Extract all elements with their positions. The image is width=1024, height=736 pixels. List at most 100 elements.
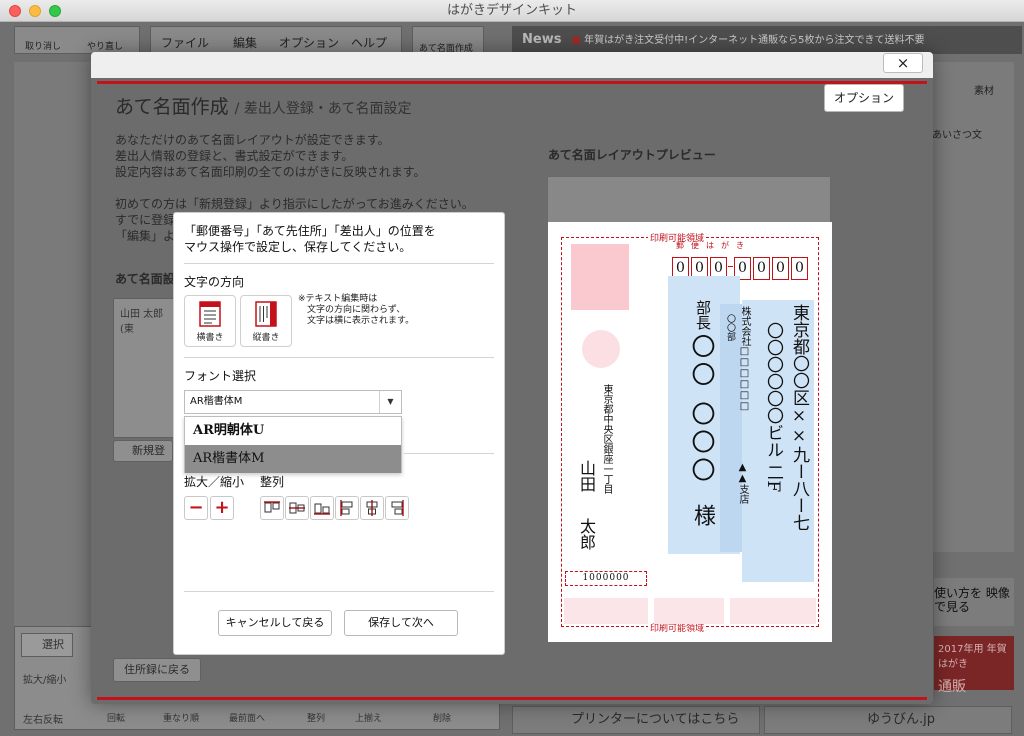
printer-info-link[interactable]: プリンターについてはこちら [512,706,760,734]
redo-button[interactable]: やり直し [87,39,123,52]
greeting-label: あいさつ文 [932,130,982,141]
news-ticker[interactable]: News ■ 年賀はがき注文受付中!インターネット通販なら5枚から注文できて送料不… [512,26,1022,54]
recipient-name: 〇〇 〇〇〇 [687,334,715,486]
font-label: フォント選択 [184,369,257,383]
zoom-label: 拡大／縮小 [184,475,245,489]
zip-digit-6: 0 [772,257,789,280]
news-text: 年賀はがき注文受付中!インターネット通販なら5枚から注文できて送料不要 [584,35,925,46]
flip-label: 左右反転 [23,715,63,726]
bottom-red-line [97,697,927,700]
modal-title-main: あて名面作成 [115,96,229,118]
font-option-kaisho[interactable]: AR楷書体M [185,445,401,473]
font-option-mincho[interactable]: AR明朝体U [185,417,401,445]
window-title: はがきデザインキット [446,3,577,18]
align-select[interactable]: 上揃え [355,711,382,724]
material-label: 素材 [974,86,994,97]
news-bullet: ■ [571,35,585,46]
bottom-area-2 [654,598,724,624]
bottom-area-3 [730,598,816,624]
dialog-message: 「郵便番号」「あて先住所」「差出人」の位置を マウス操作で設定し、保存してくださ… [184,224,436,254]
department: 〇〇部 [725,314,735,341]
align-top-button[interactable] [260,496,284,520]
close-window-button[interactable] [9,5,21,17]
menu-help[interactable]: ヘルプ [351,34,387,51]
vertical-writing-icon [255,301,277,327]
align-bottom-button[interactable] [310,496,334,520]
align-middle-button[interactable] [285,496,309,520]
horizontal-button[interactable]: 横書き [184,295,236,347]
preview-shadow [547,176,831,224]
menu-edit[interactable]: 編集 [233,34,257,51]
chevron-down-icon[interactable]: ▼ [379,391,401,413]
font-select[interactable]: AR楷書体M ▼ [184,390,402,414]
undo-redo-group: 取り消し やり直し [14,26,140,54]
menu-group: ファイル 編集 オプション ヘルプ [150,26,402,54]
bottom-area-1 [564,598,648,624]
minimize-window-button[interactable] [29,5,41,17]
order-label: 重なり順 [163,714,200,724]
zoom-window-button[interactable] [49,5,61,17]
company-name: 株式会社□□□□□□ [739,306,750,412]
align-label: 整列 [260,475,285,489]
preview-label: あて名面レイアウトプレビュー [548,148,716,162]
delete-label[interactable]: 削除 [433,711,451,724]
align-left-icon [340,500,353,516]
align-label: 整列 [307,714,326,724]
video-link[interactable]: 使い方を 映像で見る [934,578,1014,626]
new-register-button[interactable]: 新規登 [113,440,173,462]
text-edit-note: ※テキスト編集時は 文字の方向に関わらず、 文字は横に表示されます。 [298,294,415,326]
postcard-preview: 印刷可能領域 印刷可能領域 郵便はがき 0 0 0 0 0 0 0 東京都〇〇区… [548,222,832,642]
sender-name-given: 太郎 [577,518,596,550]
modal-title: あて名面作成 / 差出人登録・あて名面設定 [115,92,412,119]
zoom-in-button[interactable]: + [210,496,234,520]
save-button[interactable]: 保存して次へ [344,610,458,636]
sender-address: 東京都中央区銀座一丁目 [601,384,612,494]
align-bottom-icon [314,503,330,515]
zip-separator [728,266,733,267]
front-label[interactable]: 最前面へ [229,711,265,724]
modal-top-bar: × [91,52,933,78]
divider [184,591,494,592]
sender-list[interactable]: 山田 太郎(東 [113,298,175,438]
stamp-area [571,244,629,310]
honorific: 様 [690,504,715,526]
cancel-button[interactable]: キャンセルして戻る [218,610,332,636]
news-label: News [522,32,562,47]
horizontal-writing-icon [199,301,221,327]
zoom-label: 拡大/縮小 [23,675,67,686]
address-tab[interactable]: あて名面作成 [412,26,484,54]
align-top-icon [264,501,280,513]
font-select-value: AR楷書体M [190,396,243,407]
sender-list-item[interactable]: 山田 太郎(東 [120,305,174,335]
top-red-line [97,81,927,84]
align-right-button[interactable] [385,496,409,520]
align-center-button[interactable] [360,496,384,520]
zoom-out-button[interactable]: − [184,496,208,520]
align-center-icon [366,500,378,516]
divider [404,453,494,454]
menu-file[interactable]: ファイル [161,34,209,51]
align-left-button[interactable] [335,496,359,520]
sender-name-family: 山田 [577,460,596,492]
option-button[interactable]: オプション [824,84,904,112]
rotate-label: 回転 [107,714,126,724]
layout-settings-dialog: 「郵便番号」「あて先住所」「差出人」の位置を マウス操作で設定し、保存してくださ… [173,212,505,655]
vertical-label: 縦書き [252,333,280,343]
vertical-button[interactable]: 縦書き [240,295,292,347]
divider [184,263,494,264]
back-to-addressbook-button[interactable]: 住所録に戻る [113,658,201,682]
yubin-link[interactable]: ゆうびん.jp [764,706,1012,734]
align-middle-icon [289,502,305,514]
zip-digit-5: 0 [753,257,770,280]
undo-button[interactable]: 取り消し [25,39,61,52]
menu-option[interactable]: オプション [279,34,339,51]
modal-close-button[interactable]: × [883,53,923,73]
promo-banner[interactable]: 2017年用 年賀はがき 通販 [934,636,1014,695]
modal-subtitle: / 差出人登録・あて名面設定 [234,101,412,117]
horizontal-label: 横書き [196,333,224,343]
select-tool[interactable]: 選択 [21,633,73,657]
promo-line2: 通販 [938,679,966,695]
recipient-address2: 〇〇〇〇〇〇ビル 二F [763,322,783,493]
font-dropdown: AR明朝体U AR楷書体M [184,416,402,473]
address-layout-label: あて名面設 [115,272,175,286]
